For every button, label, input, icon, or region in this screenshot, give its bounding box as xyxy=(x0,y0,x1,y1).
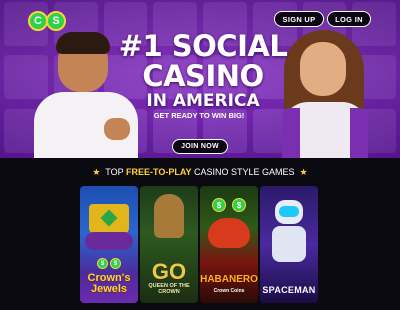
headline-line-1: #1 SOCIAL xyxy=(118,29,288,63)
coin-icon: $ xyxy=(110,258,121,269)
game-title: Crown's Jewels xyxy=(87,272,131,295)
hero-subtitle: GET READY TO WIN BIG! xyxy=(153,111,245,120)
game-subtitle: Crown Coins xyxy=(213,288,245,294)
games-section-title: ★ TOP FREE-TO-PLAY CASINO STYLE GAMES ★ xyxy=(0,167,400,178)
star-icon: ★ xyxy=(92,167,101,177)
logo-coin-c-icon: C xyxy=(28,11,48,31)
headline-line-3: IN AMERICA xyxy=(146,91,260,111)
title-suffix: CASINO STYLE GAMES xyxy=(191,167,295,177)
title-highlight: FREE-TO-PLAY xyxy=(125,167,192,177)
spaceman-robot-image xyxy=(272,226,306,262)
headline-line-2: CASINO xyxy=(142,59,264,93)
star-icon: ★ xyxy=(299,167,308,177)
game-subtitle: QUEEN OF THE CROWN xyxy=(148,283,190,295)
title-prefix: TOP xyxy=(105,167,126,177)
pepper-image xyxy=(208,218,250,248)
game-card-go-queen-of-the-crown[interactable]: GO QUEEN OF THE CROWN xyxy=(140,186,198,303)
game-title: GO xyxy=(151,259,187,284)
coin-icon: $ xyxy=(212,198,226,212)
hero-headline: #1 SOCIAL CASINO IN AMERICA xyxy=(106,32,300,110)
site-logo[interactable]: C S xyxy=(28,8,68,32)
game-card-crowns-jewels[interactable]: $ $ Crown's Jewels xyxy=(80,186,138,303)
join-now-button[interactable]: JOIN NOW xyxy=(172,139,228,154)
sign-up-button[interactable]: SIGN UP xyxy=(274,11,324,27)
coin-icon: $ xyxy=(232,198,246,212)
game-card-habanero-crown-coins[interactable]: $ $ HABANERO Crown Coins xyxy=(200,186,258,303)
coin-icon: $ xyxy=(97,258,108,269)
logo-coin-s-icon: S xyxy=(46,11,66,31)
game-title: HABANERO xyxy=(200,274,258,285)
game-title: SPACEMAN xyxy=(262,285,316,295)
log-in-button[interactable]: LOG IN xyxy=(327,11,371,27)
queen-figure-image xyxy=(154,194,184,238)
game-card-spaceman[interactable]: SPACEMAN xyxy=(260,186,318,303)
